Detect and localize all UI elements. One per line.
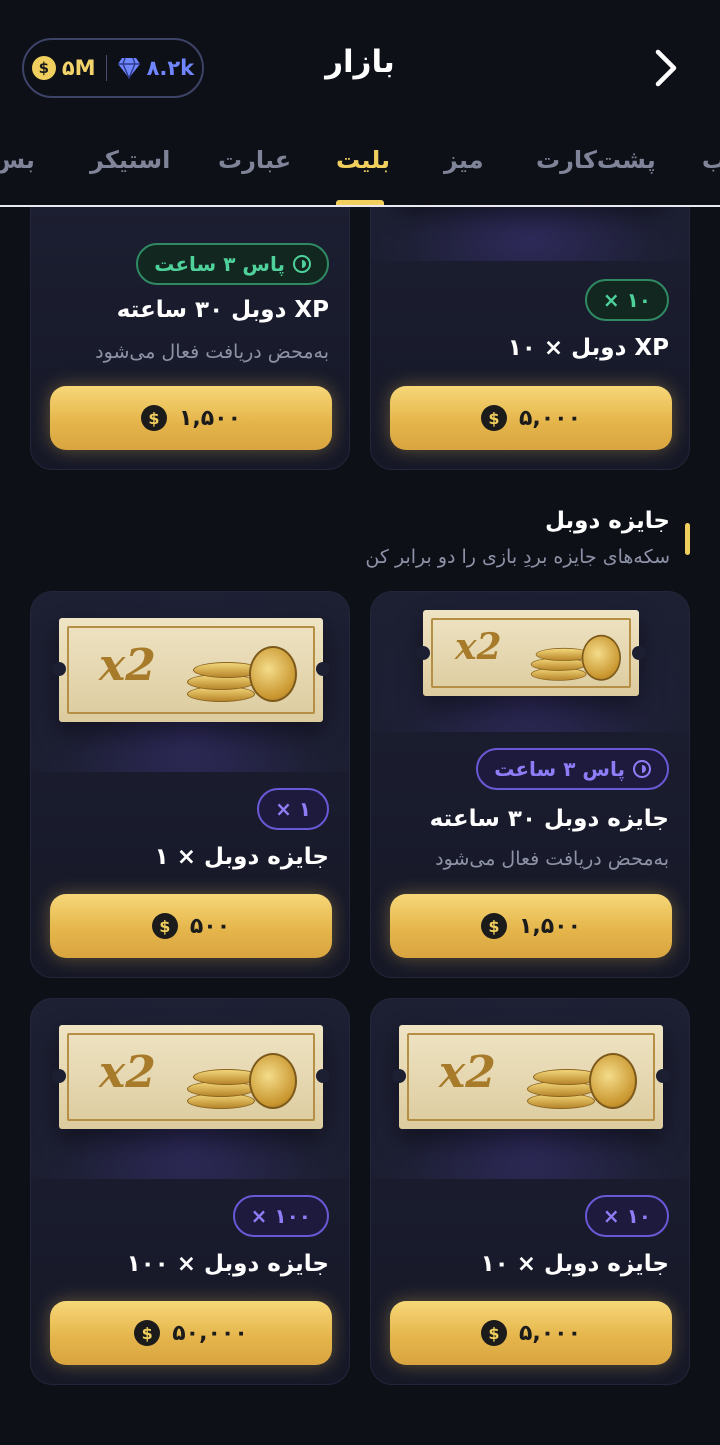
quantity-badge: × ۱۰: [584, 1195, 669, 1237]
tab-partial-left[interactable]: بس: [0, 146, 35, 174]
prize-double-10-card: x2 × ۱۰ جایزه دوبل × ۱۰ $ ۵,۰۰۰: [370, 998, 690, 1385]
tab-table[interactable]: میز: [444, 146, 484, 174]
badge-label: پاس ۳ ساعت: [154, 252, 285, 276]
ticket-x2-label: x2: [439, 1047, 496, 1098]
coin-icon: $: [140, 405, 167, 431]
price: ۵,۰۰۰: [518, 405, 582, 431]
coin-stack-icon: [527, 1047, 637, 1113]
ticket-notch: [392, 1069, 406, 1083]
price: ۵,۰۰۰: [518, 1320, 582, 1346]
section-title: جایزه دوبل: [544, 508, 670, 534]
buy-button[interactable]: $ ۵,۰۰۰: [390, 386, 672, 450]
card-image-area: x2: [371, 592, 689, 732]
buy-button[interactable]: $ ۵۰,۰۰۰: [50, 1301, 332, 1365]
active-tab-indicator: [336, 200, 384, 205]
buy-button[interactable]: $ ۵,۰۰۰: [390, 1301, 672, 1365]
ticket-image: x2: [52, 618, 330, 722]
category-tabs: ب پشت‌کارت میز بلیت عبارت استیکر بس: [0, 130, 720, 207]
tab-ticket[interactable]: بلیت: [336, 146, 390, 174]
card-image-area: x2: [31, 999, 349, 1179]
prize-double-1-card: x2 × ۱ جایزه دوبل × ۱ $ ۵۰۰: [30, 591, 350, 978]
tab-partial-right[interactable]: ب: [702, 146, 720, 174]
clock-icon: [633, 760, 651, 778]
ticket-notch: [316, 662, 330, 676]
price: ۱,۵۰۰: [518, 913, 582, 939]
card-title: XP دوبل × ۱۰: [507, 335, 669, 361]
card-title: جایزه دوبل × ۱۰: [480, 1251, 669, 1277]
prize-double-100-card: x2 × ۱۰۰ جایزه دوبل × ۱۰۰ $ ۵۰,۰۰۰: [30, 998, 350, 1385]
ticket-image: x2: [416, 610, 646, 696]
back-button[interactable]: [646, 46, 686, 90]
coin-icon: $: [134, 1320, 161, 1346]
page-title: بازار: [325, 44, 395, 80]
ticket-notch: [316, 1069, 330, 1083]
price: ۵۰,۰۰۰: [172, 1320, 248, 1346]
app-header: $ ۵M ۸.۲k بازار: [0, 0, 720, 130]
card-subtitle: به‌محض دریافت فعال می‌شود: [95, 341, 329, 363]
buy-button[interactable]: $ ۵۰۰: [50, 894, 332, 958]
coin-stack-icon: [187, 640, 297, 706]
card-title: XP دوبل ۳۰ ساعته: [116, 297, 329, 323]
pass-badge: پاس ۳ ساعت: [476, 748, 669, 790]
coin-icon: $: [480, 1320, 507, 1346]
card-subtitle: به‌محض دریافت فعال می‌شود: [435, 848, 669, 870]
section-subtitle: سکه‌های جایزه بردِ بازی را دو برابر کن: [365, 546, 670, 568]
ticket-x2-label: x2: [99, 640, 156, 691]
ticket-image: x2: [392, 1025, 670, 1129]
price: ۱,۵۰۰: [178, 405, 242, 431]
ticket-x2-label: x2: [455, 626, 502, 668]
coin-stack-icon: [187, 1047, 297, 1113]
section-accent-bar: [685, 523, 690, 555]
ticket-notch: [52, 662, 66, 676]
ticket-notch: [632, 646, 646, 660]
card-image-area: x2: [371, 999, 689, 1179]
badge-label: پاس ۳ ساعت: [494, 757, 625, 781]
card-title: جایزه دوبل × ۱: [154, 844, 329, 870]
clock-icon: [293, 255, 311, 273]
ticket-notch: [52, 1069, 66, 1083]
pass-badge: پاس ۳ ساعت: [136, 243, 329, 285]
quantity-badge: × ۱: [257, 788, 329, 830]
buy-button[interactable]: $ ۱,۵۰۰: [50, 386, 332, 450]
tab-card-back[interactable]: پشت‌کارت: [536, 146, 656, 174]
ticket-x2-label: x2: [99, 1047, 156, 1098]
ticket-notch: [656, 1069, 670, 1083]
card-title: جایزه دوبل × ۱۰۰: [126, 1251, 329, 1277]
tab-sticker[interactable]: استیکر: [90, 146, 170, 174]
coin-icon: $: [480, 913, 507, 939]
price: ۵۰۰: [189, 913, 231, 939]
prize-double-pass-card: x2 پاس ۳ ساعت جایزه دوبل ۳۰ ساعته به‌محض…: [370, 591, 690, 978]
tab-phrase[interactable]: عبارت: [218, 146, 291, 174]
coin-stack-icon: [530, 630, 621, 684]
ticket-image: x2: [52, 1025, 330, 1129]
card-image-area: x2: [31, 592, 349, 772]
quantity-badge: × ۱۰۰: [232, 1195, 329, 1237]
buy-button[interactable]: $ ۱,۵۰۰: [390, 894, 672, 958]
card-title: جایزه دوبل ۳۰ ساعته: [429, 806, 669, 832]
chevron-right-icon: [655, 49, 677, 87]
ticket-notch: [416, 646, 430, 660]
coin-icon: $: [480, 405, 507, 431]
quantity-badge: × ۱۰: [584, 279, 669, 321]
coin-icon: $: [151, 913, 178, 939]
